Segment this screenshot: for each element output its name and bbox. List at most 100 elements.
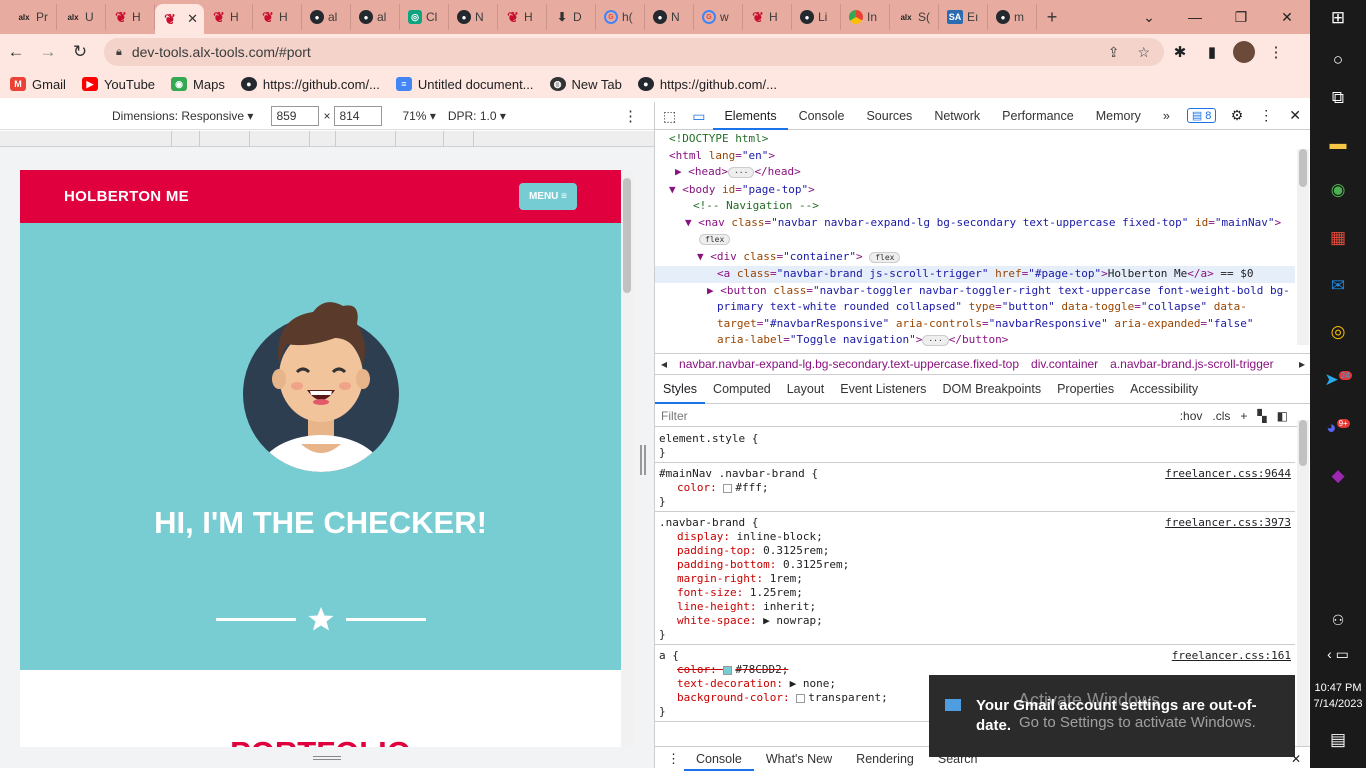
discord-icon[interactable]: ◕ 9+	[1310, 418, 1366, 438]
tab-network[interactable]: Network	[923, 102, 991, 130]
browser-tab[interactable]: ● N	[449, 4, 498, 30]
browser-tab[interactable]: ❦ H	[498, 4, 547, 30]
dom-node[interactable]: flex	[655, 231, 1295, 249]
store-icon[interactable]: ▦	[1310, 228, 1366, 248]
share-icon[interactable]: ⇪	[1108, 44, 1120, 61]
dom-node[interactable]: ▼ <div class="container"> flex	[655, 249, 1295, 267]
media-query-ruler[interactable]	[0, 131, 654, 147]
browser-tab[interactable]: Gh(	[596, 4, 645, 30]
browser-tab[interactable]: ◎ Cl	[400, 4, 449, 30]
css-property[interactable]: white-space: ▶ nowrap;	[659, 614, 1291, 628]
breadcrumb-item[interactable]: navbar.navbar-expand-lg.bg-secondary.tex…	[673, 357, 1025, 371]
dom-node[interactable]: aria-label="Toggle navigation"> ··· </butt…	[655, 332, 1295, 350]
notification-center-icon[interactable]: ▤	[1310, 730, 1366, 750]
minimize-button[interactable]: —	[1172, 9, 1218, 25]
tab-elements[interactable]: Elements	[713, 102, 788, 130]
browser-tab[interactable]: Gw	[694, 4, 743, 30]
css-source-link[interactable]: freelancer.css:3973	[1165, 516, 1291, 530]
drawer-tab-rendering[interactable]: Rendering	[844, 747, 926, 771]
kebab-menu-icon[interactable]: ⋮	[1260, 43, 1292, 61]
dimensions-dropdown[interactable]: Dimensions: Responsive ▾	[112, 109, 253, 123]
dom-node[interactable]: primary text-white rounded collapsed" ty…	[655, 299, 1295, 316]
profile-avatar[interactable]	[1233, 41, 1255, 63]
browser-tab[interactable]: ● al	[302, 4, 351, 30]
bookmark-star-icon[interactable]: ☆	[1137, 44, 1150, 61]
paint-icon[interactable]: ▚	[1257, 409, 1266, 423]
dom-node[interactable]: ▼ <body id="page-top">	[655, 182, 1295, 199]
bookmark-item[interactable]: ◍ New Tab	[549, 77, 622, 92]
browser-tab[interactable]: ❦ H	[106, 4, 155, 30]
people-icon[interactable]: ⚇	[1310, 612, 1366, 629]
browser-tab[interactable]: SA Eı	[939, 4, 988, 30]
browser-tab[interactable]: ● N	[645, 4, 694, 30]
inspect-element-icon[interactable]: ⬚	[655, 102, 684, 130]
settings-gear-icon[interactable]: ⚙	[1231, 107, 1244, 124]
breadcrumb-right-arrow[interactable]: ▸	[1293, 357, 1311, 371]
tray-icons[interactable]: ‹ ▭	[1310, 646, 1366, 663]
subtab-event-listeners[interactable]: Event Listeners	[832, 375, 934, 404]
zoom-dropdown[interactable]: 71% ▾	[402, 109, 435, 123]
mail-app-icon[interactable]: ✉	[1310, 276, 1366, 296]
address-bar[interactable]: 🔒︎ dev-tools.alx-tools.com/#port ⇪ ☆	[104, 38, 1164, 66]
css-selector[interactable]: element.style {	[659, 432, 1291, 446]
filter-input[interactable]: Filter	[661, 409, 688, 423]
close-window-button[interactable]: ✕	[1264, 9, 1310, 26]
bottom-resize-handle[interactable]	[313, 756, 341, 760]
browser-tab[interactable]: ❦ H	[253, 4, 302, 30]
bookmark-item[interactable]: M Gmail	[10, 77, 66, 92]
browser-tab[interactable]: ⬇ D	[547, 4, 596, 30]
browser-tab[interactable]: ❦ H	[743, 4, 792, 30]
side-panel-icon[interactable]: ▮	[1196, 43, 1228, 61]
height-input[interactable]: 814	[334, 105, 383, 126]
selected-dom-node[interactable]: <a class="navbar-brand js-scroll-trigger…	[655, 266, 1295, 283]
chrome-icon[interactable]: ◎	[1310, 322, 1366, 342]
browser-tab[interactable]: ❦ ✕	[155, 4, 204, 34]
bookmark-item[interactable]: ≡ Untitled document...	[395, 77, 534, 92]
windows-start-icon[interactable]: ⊞	[1310, 8, 1366, 28]
drawer-tab-what-s-new[interactable]: What's New	[754, 747, 844, 771]
breadcrumb-item[interactable]: a.navbar-brand.js-scroll-trigger	[1104, 357, 1279, 371]
browser-tab[interactable]: alx Pr	[8, 4, 57, 30]
clock[interactable]: 10:47 PM 7/14/2023	[1310, 680, 1366, 712]
css-property[interactable]: display: inline-block;	[659, 530, 1291, 544]
browser-tab[interactable]: ❦ H	[204, 4, 253, 30]
dom-node[interactable]: <!DOCTYPE html>	[655, 131, 1295, 148]
device-toggle-icon[interactable]: ▭	[684, 102, 713, 130]
sidebar-toggle-icon[interactable]: ◧	[1277, 409, 1288, 423]
tab-console[interactable]: Console	[788, 102, 856, 130]
file-explorer-icon[interactable]: ▬	[1310, 134, 1366, 154]
subtab-dom-breakpoints[interactable]: DOM Breakpoints	[934, 375, 1049, 404]
css-property[interactable]: padding-top: 0.3125rem;	[659, 544, 1291, 558]
breadcrumb-left-arrow[interactable]: ◂	[655, 357, 673, 371]
bookmark-item[interactable]: ● https://github.com/...	[637, 77, 777, 92]
css-source-link[interactable]: freelancer.css:161	[1172, 649, 1291, 663]
tab-close-icon[interactable]: ✕	[187, 11, 198, 27]
tab-search-icon[interactable]: ⌄	[1126, 9, 1172, 26]
filter-tool-button[interactable]: +	[1240, 409, 1247, 423]
site-brand-link[interactable]: HOLBERTON ME	[64, 188, 189, 205]
dom-node[interactable]: target="#navbarResponsive" aria-controls…	[655, 316, 1295, 333]
task-view-icon[interactable]: ⧉	[1310, 88, 1366, 108]
color-swatch[interactable]	[723, 483, 733, 493]
subtab-layout[interactable]: Layout	[779, 375, 833, 404]
devtools-menu-icon[interactable]: ⋮	[1259, 107, 1273, 124]
subtab-properties[interactable]: Properties	[1049, 375, 1122, 404]
dom-node[interactable]: ▶ <button class="navbar-toggler navbar-t…	[655, 283, 1295, 300]
dom-node[interactable]: ▼ <nav class="navbar navbar-expand-lg bg…	[655, 215, 1295, 232]
tab-sources[interactable]: Sources	[855, 102, 923, 130]
dom-node[interactable]: ▶ <head> ··· </head>	[655, 164, 1295, 182]
tab-memory[interactable]: Memory	[1085, 102, 1152, 130]
device-more-icon[interactable]: ⋮	[623, 107, 638, 125]
site-menu-button[interactable]: MENU ≡	[518, 183, 577, 210]
issues-badge[interactable]: ▤ 8	[1186, 108, 1217, 123]
browser-tab[interactable]: In	[841, 4, 890, 30]
css-property[interactable]: line-height: inherit;	[659, 600, 1291, 614]
chrome-profile-icon[interactable]: ◉	[1310, 180, 1366, 200]
subtab-computed[interactable]: Computed	[705, 375, 779, 404]
css-property[interactable]: padding-bottom: 0.3125rem;	[659, 558, 1291, 572]
css-source-link[interactable]: freelancer.css:9644	[1165, 467, 1291, 481]
dpr-dropdown[interactable]: DPR: 1.0 ▾	[448, 109, 506, 123]
url-text[interactable]: dev-tools.alx-tools.com/#port	[132, 44, 311, 60]
css-property[interactable]: color: #fff;	[659, 481, 1291, 495]
viewport-resize-handle[interactable]	[640, 445, 646, 475]
